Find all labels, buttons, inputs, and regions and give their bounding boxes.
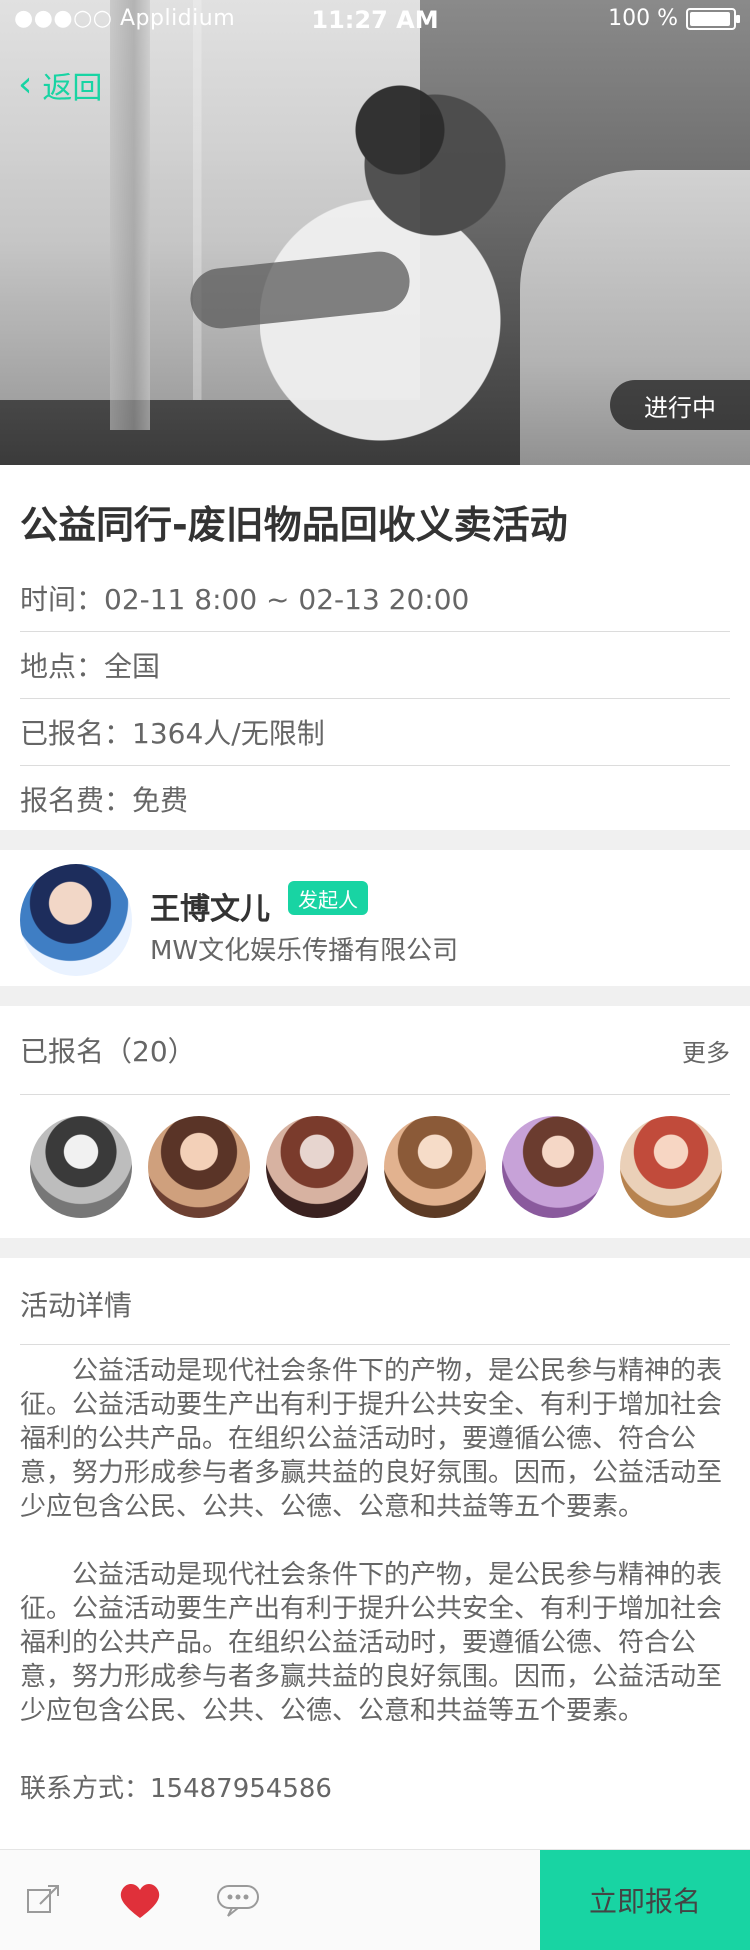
event-time-text: 时间：02-11 8:00 ~ 02-13 20:00	[20, 583, 470, 616]
battery-icon	[686, 7, 740, 30]
back-label: 返回	[42, 71, 103, 106]
attendee-avatar-5[interactable]	[502, 1116, 604, 1218]
divider	[20, 1344, 730, 1345]
details-paragraph-2: 公益活动是现代社会条件下的产物，是公民参与精神的表征。公益活动要生产出有利于提升…	[20, 1560, 723, 1726]
organizer-avatar[interactable]	[20, 864, 132, 976]
attendee-avatar-6[interactable]	[620, 1116, 722, 1218]
organizer-tag-badge: 发起人	[288, 881, 368, 915]
organizer-company: MW文化娱乐传播有限公司	[150, 936, 459, 966]
share-button[interactable]	[16, 1872, 72, 1928]
heart-icon	[120, 1884, 160, 1918]
comment-button[interactable]	[210, 1872, 266, 1928]
organizer-name[interactable]: 王博文儿	[150, 884, 270, 928]
chevron-left-icon: ‹	[18, 64, 33, 105]
share-icon	[27, 1885, 59, 1913]
event-status-text: 进行中	[644, 393, 716, 422]
attendee-avatar-1[interactable]	[30, 1116, 132, 1218]
more-link[interactable]: 更多	[682, 1033, 730, 1068]
event-fee: 报名费：免费	[20, 766, 730, 832]
battery-area: 100 %	[608, 6, 740, 31]
details-paragraph-1: 公益活动是现代社会条件下的产物，是公民参与精神的表征。公益活动要生产出有利于提升…	[20, 1356, 723, 1522]
signup-button[interactable]: 立即报名	[540, 1850, 750, 1950]
registered-header: 已报名（20） 更多	[20, 1006, 730, 1094]
section-separator	[0, 1238, 750, 1258]
comment-icon	[217, 1885, 259, 1917]
status-bar: ●●●○○ Applidium 11:27 AM 100 %	[0, 0, 750, 40]
registered-title: 已报名（20）	[20, 1035, 196, 1068]
organizer-tag-text: 发起人	[298, 887, 358, 912]
event-time: 时间：02-11 8:00 ~ 02-13 20:00	[20, 565, 730, 631]
event-fee-text: 报名费：免费	[20, 784, 189, 817]
attendee-avatar-3[interactable]	[266, 1116, 368, 1218]
attendee-avatar-2[interactable]	[148, 1116, 250, 1218]
hero-image: ●●●○○ Applidium 11:27 AM 100 % ‹ 返回 进行中	[0, 0, 750, 465]
contact-info[interactable]: 联系方式：15487954586	[20, 1768, 332, 1805]
section-separator	[0, 830, 750, 850]
hero-curtain	[110, 0, 150, 430]
event-status-pill: 进行中	[610, 380, 750, 430]
event-registered: 已报名：1364人/无限制	[20, 699, 730, 765]
like-button[interactable]	[112, 1872, 168, 1928]
event-location: 地点：全国	[20, 632, 730, 698]
details-title: 活动详情	[20, 1289, 133, 1322]
back-button[interactable]: ‹ 返回	[18, 60, 102, 110]
attendee-avatar-4[interactable]	[384, 1116, 486, 1218]
event-title: 公益同行-废旧物品回收义卖活动	[20, 503, 568, 547]
signup-button-label: 立即报名	[588, 1885, 701, 1918]
section-separator	[0, 986, 750, 1006]
divider	[20, 1094, 730, 1095]
battery-percent: 100 %	[608, 6, 678, 31]
event-location-text: 地点：全国	[20, 650, 161, 683]
bottom-action-bar: 立即报名	[0, 1849, 750, 1950]
event-registered-text: 已报名：1364人/无限制	[20, 717, 325, 750]
details-body: 公益活动是现代社会条件下的产物，是公民参与精神的表征。公益活动要生产出有利于提升…	[20, 1354, 730, 1762]
